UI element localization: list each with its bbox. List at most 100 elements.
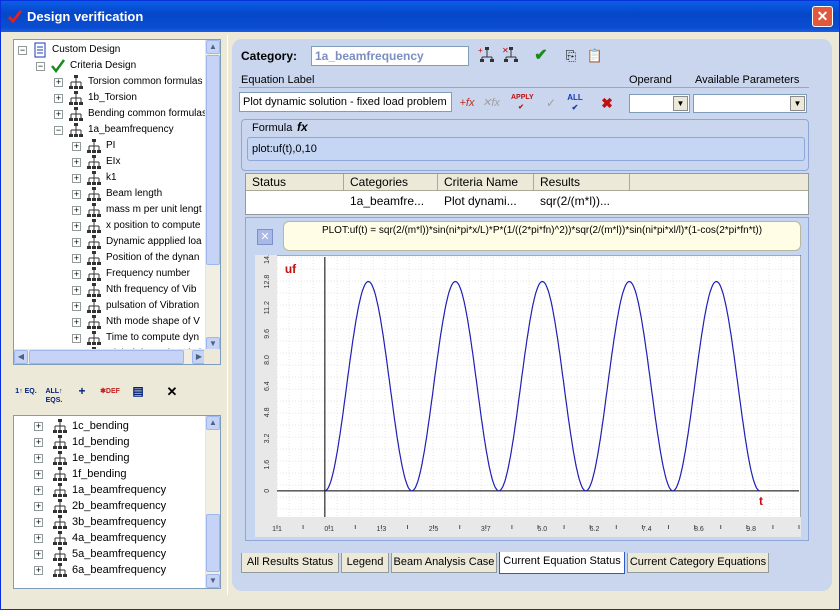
expand-icon[interactable]: +	[72, 158, 81, 167]
tree-item[interactable]: + k1	[14, 170, 204, 186]
expand-icon[interactable]: +	[72, 142, 81, 151]
expand-icon[interactable]: +	[72, 174, 81, 183]
collapse-icon[interactable]: −	[18, 46, 27, 55]
tree-item[interactable]: + Frequency number	[14, 266, 204, 282]
uf-plot-chart[interactable]: 01.63.24.86.48.09.611.212.814.31.1 0.1 1.3…	[255, 255, 801, 537]
list-vertical-scrollbar[interactable]: ▲ ▼	[205, 416, 220, 588]
expand-icon[interactable]: +	[54, 94, 63, 103]
tree-item[interactable]: + Dynamic appplied loa	[14, 234, 204, 250]
category-field[interactable]: 1a_beamfrequency	[311, 46, 469, 66]
expand-icon[interactable]: +	[34, 438, 43, 447]
expand-icon[interactable]: +	[72, 254, 81, 263]
scroll-up-button[interactable]: ▲	[206, 40, 220, 54]
expand-icon[interactable]: +	[72, 270, 81, 279]
check-all-icon[interactable]: ALL ✔	[565, 93, 585, 113]
tree-item[interactable]: + PI	[14, 138, 204, 154]
expand-icon[interactable]: +	[72, 286, 81, 295]
tab-all-results-status[interactable]: All Results Status	[241, 553, 339, 573]
tree-horizontal-scrollbar[interactable]: ◀ ▶	[14, 349, 206, 364]
tree-vertical-scrollbar[interactable]: ▲ ▼	[205, 40, 220, 351]
column-header-status[interactable]: Status	[246, 174, 344, 191]
category-list-item[interactable]: +4a_beamfrequency	[14, 530, 204, 546]
delete-button[interactable]: ✕	[159, 385, 185, 409]
expand-icon[interactable]: +	[72, 302, 81, 311]
document-button[interactable]: ▤	[125, 385, 151, 409]
expand-icon[interactable]: +	[34, 422, 43, 431]
tree-item[interactable]: + Beam length	[14, 186, 204, 202]
expand-icon[interactable]: +	[34, 518, 43, 527]
expand-icon[interactable]: +	[34, 502, 43, 511]
tree-item[interactable]: − 1a_beamfrequency	[14, 122, 204, 138]
scroll-thumb[interactable]	[206, 514, 220, 572]
title-bar[interactable]: Design verification ✕	[1, 1, 839, 32]
remove-formula-icon[interactable]: ✕fx	[481, 93, 501, 113]
tree-item[interactable]: + Bending common formulas	[14, 106, 207, 122]
available-parameters-dropdown[interactable]: ▼	[693, 94, 807, 113]
category-list-item[interactable]: +1f_bending	[14, 466, 204, 482]
grid-cell-results[interactable]: sqr(2/(m*l))...	[534, 192, 630, 210]
add-node-button[interactable]: +	[69, 385, 95, 409]
scroll-left-button[interactable]: ◀	[14, 350, 28, 364]
move-equation-up-button[interactable]: 1↑ EQ.	[13, 387, 39, 409]
tree-item[interactable]: + mass m per unit lengt	[14, 202, 204, 218]
category-list-item[interactable]: +5a_beamfrequency	[14, 546, 204, 562]
expand-icon[interactable]: +	[72, 206, 81, 215]
tree-item[interactable]: + Time to compute dyn	[14, 330, 204, 346]
tree-item[interactable]: + Nth frequency of Vib	[14, 282, 204, 298]
chevron-down-icon[interactable]: ▼	[790, 96, 805, 111]
expand-icon[interactable]: +	[34, 470, 43, 479]
category-list-item[interactable]: +1a_beamfrequency	[14, 482, 204, 498]
tab-current-equation-status[interactable]: Current Equation Status	[499, 552, 625, 574]
equation-label-field[interactable]: Plot dynamic solution - fixed load probl…	[239, 92, 452, 112]
tree-item[interactable]: + pulsation of Vibration	[14, 298, 204, 314]
grid-cell-criteria-name[interactable]: Plot dynami...	[438, 192, 534, 210]
expand-icon[interactable]: +	[72, 222, 81, 231]
hscroll-thumb[interactable]	[29, 350, 184, 364]
chevron-down-icon[interactable]: ▼	[673, 96, 688, 111]
operand-dropdown[interactable]: ▼	[629, 94, 690, 113]
tab-legend[interactable]: Legend	[341, 553, 389, 573]
grid-cell-status[interactable]	[246, 192, 344, 210]
expand-icon[interactable]: +	[34, 534, 43, 543]
move-all-equations-up-button[interactable]: ALL↑ EQS.	[41, 387, 67, 409]
delete-equation-icon[interactable]: ✖	[597, 93, 617, 113]
validate-check-icon[interactable]: ✔	[531, 46, 551, 66]
tree-item[interactable]: + EIx	[14, 154, 204, 170]
tree-item[interactable]: − Criteria Design	[14, 58, 204, 74]
collapse-icon[interactable]: −	[54, 126, 63, 135]
add-formula-icon[interactable]: +fx	[457, 93, 477, 113]
expand-icon[interactable]: +	[72, 238, 81, 247]
tab-beam-analysis-case[interactable]: Beam Analysis Case	[391, 553, 497, 573]
category-list-item[interactable]: +1c_bending	[14, 418, 204, 434]
expand-icon[interactable]: +	[54, 110, 63, 119]
tab-current-category-equations[interactable]: Current Category Equations	[627, 553, 769, 573]
column-header-results[interactable]: Results	[534, 174, 630, 191]
category-list-item[interactable]: +3b_beamfrequency	[14, 514, 204, 530]
grid-cell-categories[interactable]: 1a_beamfre...	[344, 192, 438, 210]
scroll-down-button[interactable]: ▼	[206, 574, 220, 588]
add-category-icon[interactable]: +	[477, 46, 497, 66]
apply-icon[interactable]: APPLY ✔	[511, 93, 534, 113]
collapse-icon[interactable]: −	[36, 62, 45, 71]
define-button[interactable]: ✱DEF	[97, 387, 123, 409]
category-list-item[interactable]: +2b_beamfrequency	[14, 498, 204, 514]
category-list-item[interactable]: +1d_bending	[14, 434, 204, 450]
tree-item[interactable]: + Torsion common formulas	[14, 74, 204, 90]
column-header-criteria-name[interactable]: Criteria Name	[438, 174, 534, 191]
remove-category-icon[interactable]: ✕	[501, 46, 521, 66]
expand-icon[interactable]: +	[72, 190, 81, 199]
scroll-up-button[interactable]: ▲	[206, 416, 220, 430]
tree-item[interactable]: − Custom Design	[14, 42, 204, 58]
scroll-thumb[interactable]	[206, 55, 220, 265]
expand-icon[interactable]: +	[72, 334, 81, 343]
expand-icon[interactable]: +	[34, 550, 43, 559]
column-header-categories[interactable]: Categories	[344, 174, 438, 191]
category-list-item[interactable]: +6a_beamfrequency	[14, 562, 204, 578]
copy-icon[interactable]: ⎘	[561, 46, 581, 66]
close-plot-icon[interactable]: ✕	[257, 229, 273, 245]
tree-item[interactable]: + x position to compute	[14, 218, 204, 234]
expand-icon[interactable]: +	[54, 78, 63, 87]
tree-item[interactable]: + Position of the dynan	[14, 250, 204, 266]
expand-icon[interactable]: +	[34, 566, 43, 575]
expand-icon[interactable]: +	[34, 486, 43, 495]
